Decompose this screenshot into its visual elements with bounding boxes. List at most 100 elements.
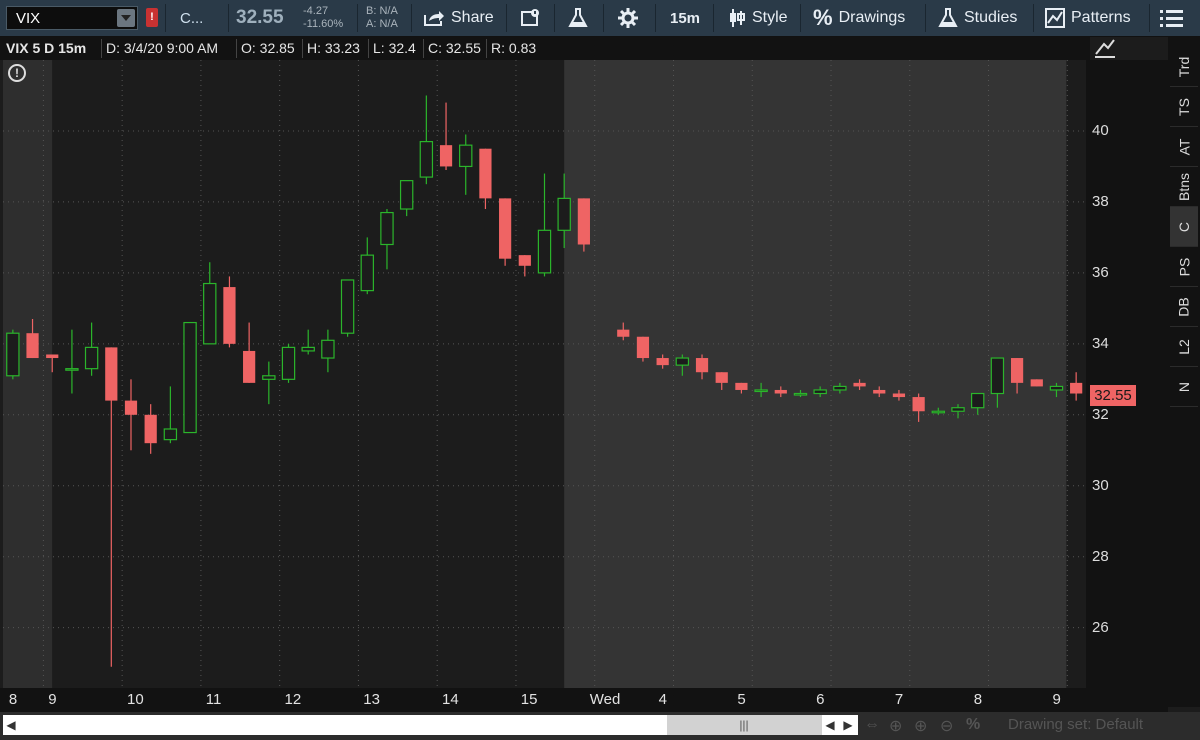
percent-change: -11.60% <box>303 18 344 30</box>
candlestick-chart[interactable] <box>3 60 1086 688</box>
side-tab-n[interactable]: N <box>1170 367 1198 407</box>
toolbar-divider <box>1149 4 1150 32</box>
bid-ask-block: B: N/A A: N/A <box>366 5 398 31</box>
toolbar-divider <box>228 4 229 32</box>
candle-body-up <box>380 211 394 246</box>
candle-body-up <box>163 428 178 441</box>
alert-icon[interactable]: ! <box>8 64 26 82</box>
chart-plot-area[interactable] <box>3 60 1086 688</box>
toolbar-divider <box>357 4 358 32</box>
side-tab-ts[interactable]: TS <box>1170 87 1198 127</box>
side-tab-label: Trd <box>1175 56 1192 77</box>
candle-body-down <box>46 354 59 359</box>
percent-icon[interactable]: % <box>966 716 980 734</box>
studies-label: Studies <box>964 9 1018 26</box>
time-axis[interactable]: 8 9 10 11 12 13 14 15 Wed 4 5 6 7 8 9 <box>0 688 1168 712</box>
candle-body-down <box>479 148 492 199</box>
toolbar-divider <box>506 4 507 32</box>
share-button[interactable]: Share <box>423 0 494 36</box>
menu-button[interactable] <box>1160 0 1184 36</box>
zoom-out-icon[interactable]: ⊖ <box>940 716 953 736</box>
candle-body-up <box>360 254 374 292</box>
toolbar-divider <box>165 4 166 32</box>
flask-button[interactable] <box>568 0 588 36</box>
candle-body-down <box>636 336 650 359</box>
candle-body-down <box>499 198 512 259</box>
side-tab-label: PS <box>1176 257 1192 276</box>
time-tick-label: 8 <box>973 691 983 708</box>
chart-settings-icon <box>521 9 539 26</box>
side-tab-at[interactable]: AT <box>1170 127 1198 167</box>
timeframe-label: 15m <box>670 9 701 27</box>
side-tab-c[interactable]: C <box>1170 207 1198 247</box>
price-axis[interactable]: 40 38 36 34 32 30 28 26 <box>1086 60 1168 688</box>
patterns-button[interactable]: Patterns <box>1045 0 1131 36</box>
timeframe-button[interactable]: 15m <box>670 0 700 36</box>
crosshair-icon[interactable]: ⊕ <box>889 716 902 736</box>
patterns-label: Patterns <box>1071 9 1131 26</box>
candle-body-up <box>84 346 99 370</box>
bar-open: O: 32.85 <box>241 40 295 56</box>
side-tab-ps[interactable]: PS <box>1170 247 1198 287</box>
candle-body-up <box>301 346 315 352</box>
candle-body-down <box>439 145 453 167</box>
drawing-tool-icon[interactable] <box>1094 38 1116 58</box>
candle-body-up <box>793 392 808 396</box>
candle-body-up <box>281 346 296 380</box>
last-price: 32.55 <box>236 7 284 28</box>
candle-body-down <box>617 329 630 337</box>
scroll-right-icon[interactable]: ▶ <box>840 715 856 735</box>
studies-button[interactable]: Studies <box>938 0 1017 36</box>
side-tab-trd[interactable]: Trd <box>1170 47 1198 87</box>
company-name[interactable]: C... <box>180 0 203 36</box>
candle-body-down <box>1030 379 1043 387</box>
candle-body-down <box>656 358 669 366</box>
time-tick-label: 5 <box>737 691 746 708</box>
toolbar-divider <box>925 4 926 32</box>
time-tick-label: 10 <box>126 691 144 708</box>
time-tick-label: 9 <box>1052 691 1061 708</box>
drawings-label: Drawings <box>838 9 906 26</box>
share-label: Share <box>451 9 494 26</box>
side-tab-l2[interactable]: L2 <box>1170 327 1198 367</box>
symbol-selector[interactable]: VIX <box>6 6 138 30</box>
drawings-button[interactable]: % Drawings <box>813 0 905 36</box>
candle-body-down <box>577 198 590 245</box>
time-tick-label: 15 <box>520 691 538 708</box>
candle-body-down <box>715 372 728 383</box>
divider <box>368 39 369 58</box>
candle-body-up <box>262 375 276 380</box>
time-tick-label: 11 <box>205 691 222 708</box>
candle-body-up <box>537 229 552 274</box>
candle-body-down <box>774 389 787 394</box>
side-tab-btns[interactable]: Btns <box>1170 167 1198 207</box>
candle-body-down <box>1070 382 1083 394</box>
candle-body-down <box>144 414 157 444</box>
toolbar-divider <box>1033 4 1034 32</box>
alert-flag-icon[interactable]: ! <box>146 8 158 27</box>
settings-button[interactable] <box>618 0 638 36</box>
zoom-in-icon[interactable]: ⊕ <box>914 716 927 736</box>
expand-arrows-icon[interactable]: ⇔ <box>864 716 880 734</box>
scroll-left-icon[interactable]: ◀ <box>3 715 19 735</box>
scroll-left-step-icon[interactable]: ◀ <box>822 715 838 735</box>
candle-body-up <box>557 197 571 231</box>
candle-body-down <box>735 382 748 390</box>
chart-settings-button[interactable] <box>520 0 542 36</box>
flask-icon <box>568 8 588 27</box>
candle-body-up <box>203 282 217 345</box>
drawing-set-label[interactable]: Drawing set: Default <box>1008 716 1143 733</box>
candle-body-down <box>1010 358 1024 383</box>
style-button[interactable]: Style <box>728 0 788 36</box>
candle-body-up <box>931 410 946 414</box>
candle-body-down <box>26 333 39 359</box>
grip-icon: ||| <box>739 718 749 732</box>
change-block: -4.27 -11.60% <box>303 5 343 31</box>
chevron-down-icon[interactable] <box>117 9 135 27</box>
gear-icon <box>618 8 638 28</box>
hamburger-menu-icon <box>1160 10 1183 27</box>
candle-body-down <box>105 347 118 401</box>
side-tab-db[interactable]: DB <box>1170 287 1198 327</box>
price-tick-label: 26 <box>1092 618 1109 636</box>
toolbar: VIX ! C... 32.55 -4.27 -11.60% B: N/A A:… <box>0 0 1200 37</box>
